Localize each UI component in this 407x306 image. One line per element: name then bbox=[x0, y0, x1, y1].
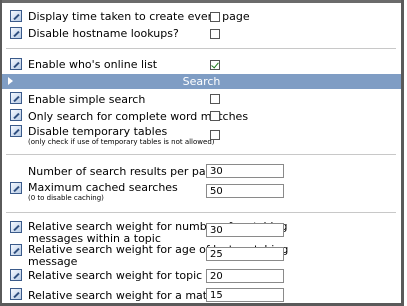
weight-subject-input[interactable] bbox=[206, 288, 284, 302]
search-section-header[interactable]: Search bbox=[2, 74, 401, 89]
temp-tables-checkbox[interactable] bbox=[210, 130, 220, 140]
help-icon[interactable] bbox=[10, 269, 22, 281]
help-icon[interactable] bbox=[10, 92, 22, 104]
complete-word-checkbox[interactable] bbox=[210, 111, 220, 121]
cached-searches-label: Maximum cached searches (0 to disable ca… bbox=[28, 182, 178, 203]
divider bbox=[6, 48, 396, 49]
cached-searches-title: Maximum cached searches bbox=[28, 181, 178, 194]
help-icon[interactable] bbox=[10, 27, 22, 39]
whos-online-label: Enable who's online list bbox=[28, 58, 158, 71]
help-icon[interactable] bbox=[10, 109, 22, 121]
section-title: Search bbox=[182, 75, 221, 88]
divider bbox=[6, 212, 396, 213]
help-icon[interactable] bbox=[10, 10, 22, 22]
temp-tables-note: (only check if use of temporary tables i… bbox=[28, 138, 215, 146]
simple-search-checkbox[interactable] bbox=[210, 94, 220, 104]
whos-online-checkbox[interactable] bbox=[210, 60, 220, 70]
weight-age-input[interactable] bbox=[206, 247, 284, 261]
divider bbox=[6, 154, 396, 155]
help-icon[interactable] bbox=[10, 221, 22, 233]
simple-search-label: Enable simple search bbox=[28, 93, 146, 106]
help-icon[interactable] bbox=[10, 58, 22, 70]
weight-length-input[interactable] bbox=[206, 269, 284, 283]
help-icon[interactable] bbox=[10, 182, 22, 194]
results-per-page-label: Number of search results per page bbox=[28, 165, 220, 178]
panel-top-border bbox=[2, 0, 401, 3]
settings-panel: Display time taken to create every page … bbox=[0, 0, 404, 306]
display-time-checkbox[interactable] bbox=[210, 12, 220, 22]
weight-messages-input[interactable] bbox=[206, 223, 284, 237]
results-per-page-input[interactable] bbox=[206, 164, 284, 178]
hostname-lookups-label: Disable hostname lookups? bbox=[28, 27, 179, 40]
temp-tables-title: Disable temporary tables bbox=[28, 125, 168, 138]
hostname-lookups-checkbox[interactable] bbox=[210, 29, 220, 39]
help-icon[interactable] bbox=[10, 288, 22, 300]
cached-searches-input[interactable] bbox=[206, 184, 284, 198]
temp-tables-label: Disable temporary tables (only check if … bbox=[28, 126, 215, 147]
cached-searches-note: (0 to disable caching) bbox=[28, 194, 104, 202]
help-icon[interactable] bbox=[10, 244, 22, 256]
help-icon[interactable] bbox=[10, 125, 22, 137]
